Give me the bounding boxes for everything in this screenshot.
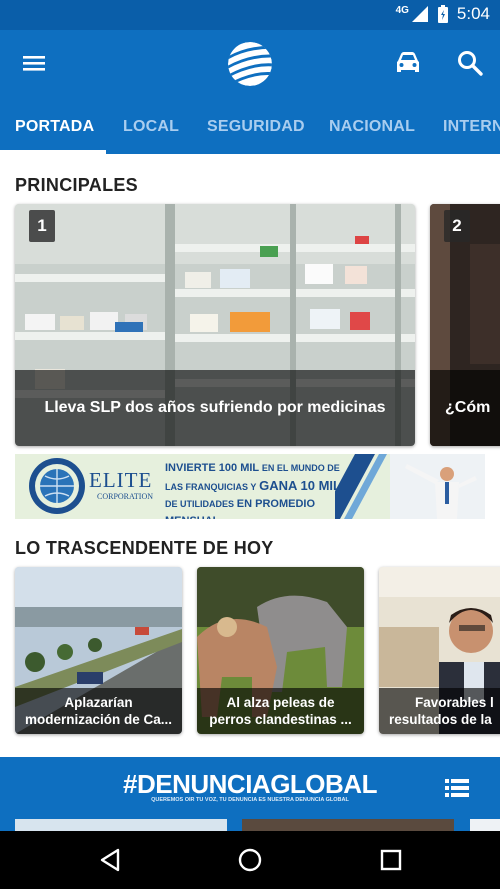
section-title-principales: PRINCIPALES — [15, 175, 138, 195]
denuncia-title: #DENUNCIAGLOBAL — [123, 769, 377, 799]
rank-badge: 2 — [444, 210, 470, 242]
app-bar — [0, 30, 500, 96]
ad-line-1b: EN EL MUNDO DE — [261, 463, 340, 473]
battery-icon — [437, 5, 448, 23]
menu-icon[interactable] — [20, 50, 48, 76]
recents-icon[interactable] — [380, 849, 402, 871]
search-icon[interactable] — [455, 48, 485, 78]
tab-nacional[interactable]: NACIONAL — [329, 96, 415, 154]
denuncia-slogan: QUEREMOS OIR TU VOZ, TU DENUNCIA ES NUES… — [151, 797, 349, 803]
tab-seguridad[interactable]: SEGURIDAD — [207, 96, 305, 154]
ad-line-3a: DE UTILIDADES — [165, 499, 235, 509]
status-bar: 4G 5:04 — [0, 0, 500, 30]
signal-icon — [411, 6, 428, 22]
card-caption: Al alza peleas de perros clandestinas ..… — [197, 688, 364, 734]
list-icon[interactable] — [445, 778, 469, 798]
logo-globe[interactable] — [226, 40, 274, 88]
denuncia-thumb-3[interactable] — [470, 819, 500, 831]
headline-overlay: ¿Cóm — [430, 370, 500, 446]
clock: 5:04 — [456, 4, 490, 23]
ad-line-2b: GANA 10 MIL — [259, 478, 341, 493]
ad-banner[interactable]: ELITE CORPORATION INVIERTE 100 MIL EN EL… — [15, 454, 485, 519]
ad-line-1a: INVIERTE 100 MIL — [165, 462, 260, 474]
caption-line-1: Aplazarían — [64, 695, 133, 710]
trascendente-card-1[interactable]: Aplazarían modernización de Ca... — [15, 567, 182, 734]
tab-internacional[interactable]: INTERN — [443, 96, 500, 154]
ad-brand: ELITE — [89, 468, 153, 492]
denuncia-thumb-1[interactable] — [15, 819, 227, 831]
tab-portada[interactable]: PORTADA — [15, 96, 94, 154]
car-icon[interactable] — [393, 48, 423, 78]
section-tabs: PORTADA LOCAL SEGURIDAD NACIONAL INTERN — [0, 96, 500, 154]
denuncia-thumb-2[interactable] — [242, 819, 454, 831]
caption-line-2: modernización de Ca... — [24, 712, 173, 727]
card-caption: Favorables l resultados de la — [379, 688, 500, 734]
headline-overlay: Lleva SLP dos años sufriendo por medicin… — [15, 370, 415, 446]
system-nav-bar — [0, 831, 500, 889]
trascendente-card-3[interactable]: Favorables l resultados de la — [379, 567, 500, 734]
rank-badge: 1 — [29, 210, 55, 242]
network-type: 4G — [395, 4, 409, 16]
card-caption: Aplazarían modernización de Ca... — [15, 688, 182, 734]
ad-copy: INVIERTE 100 MIL EN EL MUNDO DE LAS FRAN… — [165, 460, 355, 519]
principal-card-1[interactable]: 1 Lleva SLP dos años sufriendo por medic… — [15, 204, 415, 446]
back-icon[interactable] — [98, 847, 122, 873]
ad-line-2a: LAS FRANQUICIAS Y — [165, 482, 257, 492]
main-content: PRINCIPALES 1 Lleva SLP dos años sufrien… — [0, 154, 500, 831]
ad-brand-sub: CORPORATION — [97, 492, 154, 501]
denuncia-global-bar[interactable]: #DENUNCIAGLOBAL QUEREMOS OIR TU VOZ, TU … — [0, 757, 500, 831]
caption-line-2: perros clandestinas ... — [209, 712, 352, 727]
caption-line-1: Favorables l — [415, 695, 494, 710]
caption-line-2: resultados de la — [389, 712, 492, 727]
tab-local[interactable]: LOCAL — [123, 96, 179, 154]
home-icon[interactable] — [237, 847, 263, 873]
elite-globe-seal — [29, 458, 85, 514]
principal-card-2[interactable]: 2 ¿Cóm — [430, 204, 500, 446]
trascendente-card-2[interactable]: Al alza peleas de perros clandestinas ..… — [197, 567, 364, 734]
ad-stripes — [335, 454, 485, 519]
section-title-trascendente: LO TRASCENDENTE DE HOY — [15, 538, 274, 558]
caption-line-1: Al alza peleas de — [226, 695, 335, 710]
